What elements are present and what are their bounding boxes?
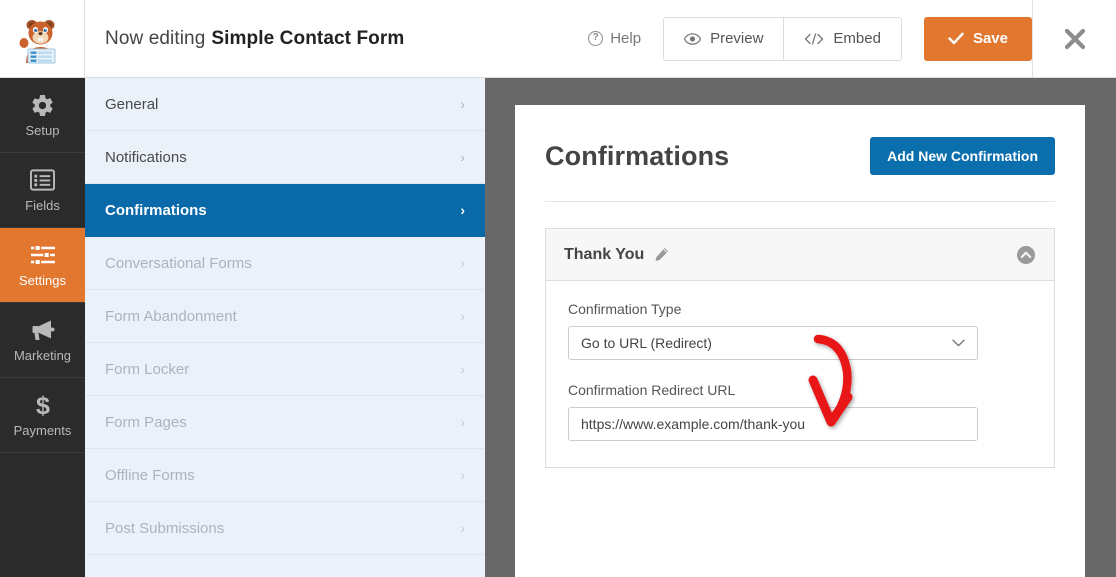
preview-label: Preview (710, 30, 764, 47)
add-new-confirmation-button[interactable]: Add New Confirmation (870, 137, 1055, 175)
close-builder-button[interactable] (1032, 0, 1116, 77)
settings-menu-list: General › Notifications › Confirmations … (85, 78, 485, 577)
settings-menu-item-general[interactable]: General › (85, 78, 485, 131)
chevron-right-icon: › (460, 520, 465, 536)
sidebar-item-label: Marketing (13, 348, 72, 363)
pencil-icon[interactable] (654, 247, 669, 262)
code-brackets-icon (805, 32, 824, 45)
confirmation-redirect-url-value: https://www.example.com/thank-you (581, 416, 806, 432)
sidebar-item-settings[interactable]: Settings (0, 228, 85, 303)
preview-button[interactable]: Preview (663, 16, 785, 61)
dollar-icon: $ (33, 392, 53, 418)
builder-topbar: Now editing Simple Contact Form ? Help P… (0, 0, 1116, 78)
save-button[interactable]: Save (923, 16, 1032, 61)
confirmation-redirect-url-input[interactable]: https://www.example.com/thank-you (568, 407, 978, 441)
close-x-icon (1064, 28, 1085, 49)
builder-sidebar-rail: Setup Fields Settings Marketing $ Paymen… (0, 78, 85, 577)
svg-text:$: $ (36, 392, 50, 418)
sidebar-item-setup[interactable]: Setup (0, 78, 85, 153)
chevron-right-icon: › (460, 414, 465, 430)
chevron-right-icon: › (460, 202, 465, 218)
settings-menu-item-offline-forms[interactable]: Offline Forms › (85, 449, 485, 502)
confirmation-type-value: Go to URL (Redirect) (581, 335, 712, 351)
confirmation-card: Thank You Confirmation Type Go to URL (R… (545, 228, 1055, 468)
checkmark-icon (948, 32, 964, 45)
embed-button[interactable]: Embed (784, 16, 902, 61)
settings-menu-item-notifications[interactable]: Notifications › (85, 131, 485, 184)
collapse-toggle-button[interactable] (1016, 245, 1036, 265)
sidebar-item-label: Payments (13, 423, 72, 438)
chevron-right-icon: › (460, 467, 465, 483)
question-circle-icon: ? (588, 31, 604, 46)
sidebar-item-marketing[interactable]: Marketing (0, 303, 85, 378)
confirmation-title-group: Thank You (564, 246, 669, 264)
menu-item-label: Notifications (105, 148, 187, 166)
chevron-right-icon: › (460, 96, 465, 112)
sidebar-item-payments[interactable]: $ Payments (0, 378, 85, 453)
confirmation-redirect-url-label: Confirmation Redirect URL (568, 382, 736, 398)
menu-item-label: Offline Forms (105, 466, 195, 484)
sidebar-item-label: Setup (25, 123, 60, 138)
settings-menu-item-conversational-forms[interactable]: Conversational Forms › (85, 237, 485, 290)
topbar-actions: ? Help Preview Embed Save (588, 0, 1116, 77)
list-icon (30, 167, 55, 193)
chevron-right-icon: › (460, 308, 465, 324)
settings-menu-item-form-locker[interactable]: Form Locker › (85, 343, 485, 396)
settings-menu-item-post-submissions[interactable]: Post Submissions › (85, 502, 485, 555)
wpforms-form-builder: Now editing Simple Contact Form ? Help P… (0, 0, 1116, 577)
menu-item-label: Conversational Forms (105, 254, 252, 272)
chevron-up-circle-icon (1017, 245, 1035, 264)
chevron-right-icon: › (460, 361, 465, 377)
confirmations-panel: Confirmations Add New Confirmation Thank… (515, 105, 1085, 577)
wpforms-logo (0, 0, 85, 77)
menu-item-label: Form Locker (105, 360, 190, 378)
menu-item-label: General (105, 95, 159, 113)
confirmation-type-label: Confirmation Type (568, 301, 682, 317)
sliders-icon (30, 242, 56, 268)
help-label: Help (610, 30, 642, 47)
menu-item-label: Form Pages (105, 413, 187, 431)
megaphone-icon (30, 317, 56, 343)
chevron-down-icon (952, 336, 965, 350)
embed-label: Embed (833, 30, 881, 47)
sidebar-item-label: Settings (19, 273, 66, 288)
preview-embed-group: Preview Embed (663, 16, 902, 61)
sidebar-item-label: Fields (25, 198, 60, 213)
gear-icon (30, 92, 55, 118)
settings-menu-item-partial[interactable] (85, 555, 485, 577)
help-button[interactable]: ? Help (588, 30, 641, 47)
eye-icon (684, 32, 702, 45)
panel-header: Confirmations Add New Confirmation (545, 137, 1055, 202)
form-name: Simple Contact Form (211, 27, 405, 49)
confirmation-name: Thank You (564, 245, 645, 263)
editing-title: Now editing Simple Contact Form (85, 0, 588, 77)
settings-menu-item-form-pages[interactable]: Form Pages › (85, 396, 485, 449)
wpforms-beaver-logo-icon (19, 19, 56, 63)
chevron-right-icon: › (460, 255, 465, 271)
save-label: Save (972, 30, 1008, 47)
sidebar-item-fields[interactable]: Fields (0, 153, 85, 228)
confirmation-card-header: Thank You (546, 229, 1054, 281)
settings-menu-item-confirmations[interactable]: Confirmations › (85, 184, 485, 237)
chevron-right-icon: › (460, 149, 465, 165)
confirmation-card-body: Confirmation Type Go to URL (Redirect) C… (546, 281, 1054, 467)
confirmation-type-select[interactable]: Go to URL (Redirect) (568, 326, 978, 360)
menu-item-label: Confirmations (105, 201, 207, 219)
settings-menu-item-form-abandonment[interactable]: Form Abandonment › (85, 290, 485, 343)
menu-item-label: Form Abandonment (105, 307, 237, 325)
editing-prefix: Now editing (105, 27, 206, 49)
page-title: Confirmations (545, 140, 730, 171)
menu-item-label: Post Submissions (105, 519, 225, 537)
